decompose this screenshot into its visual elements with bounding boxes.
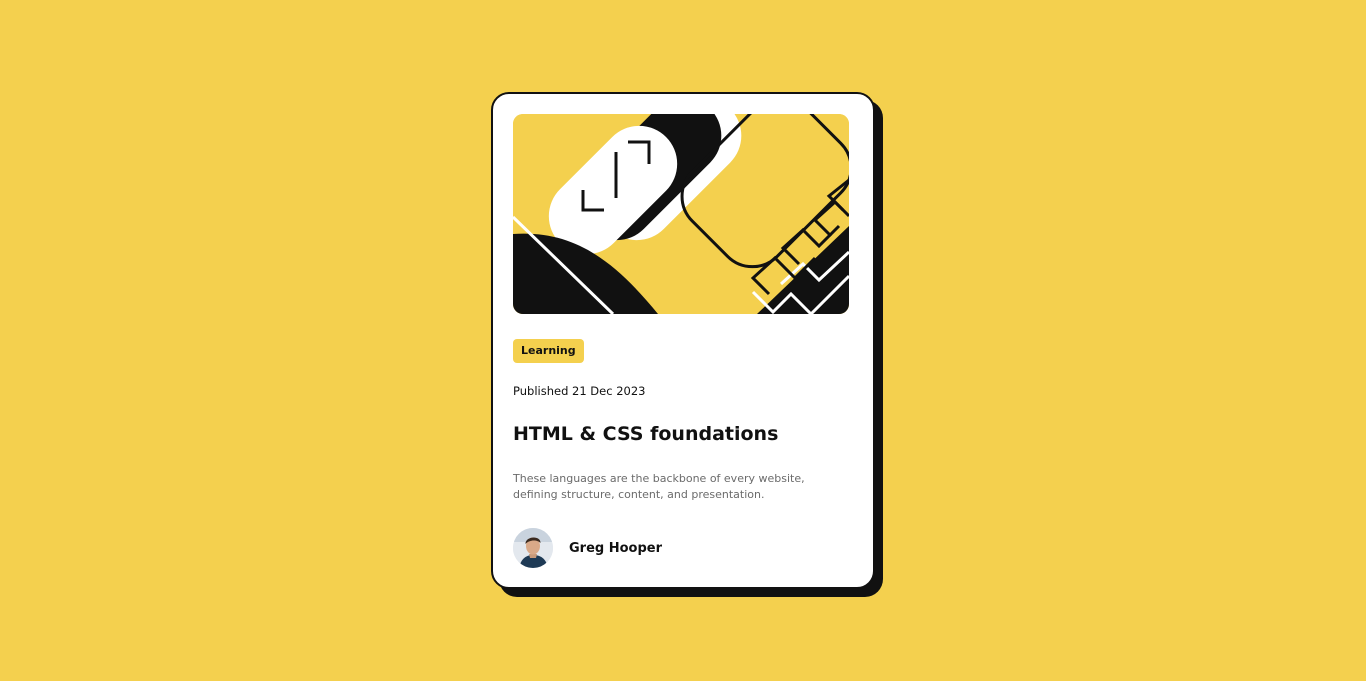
illustration-icon: [513, 114, 849, 314]
category-badge[interactable]: Learning: [513, 339, 584, 363]
author: Greg Hooper: [513, 528, 662, 568]
card-excerpt: These languages are the backbone of ever…: [513, 472, 805, 501]
author-name[interactable]: Greg Hooper: [569, 541, 662, 556]
blog-preview-card: Learning Published 21 Dec 2023 HTML & CS…: [491, 92, 875, 589]
author-avatar: [513, 528, 553, 568]
avatar-photo-icon: [513, 528, 553, 568]
card-title[interactable]: HTML & CSS foundations: [513, 423, 778, 445]
card-illustration: [513, 114, 849, 314]
published-date: Published 21 Dec 2023: [513, 384, 646, 398]
